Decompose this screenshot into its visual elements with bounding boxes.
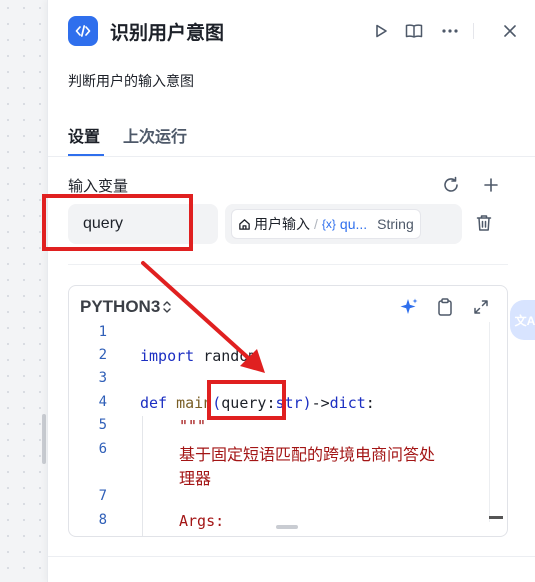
language-label: PYTHON3 [80,297,161,316]
delete-variable-button[interactable] [473,212,495,234]
tabs-divider [48,156,535,157]
clipboard-icon [438,298,452,316]
code-node-icon [68,16,98,46]
bottom-divider [48,556,535,557]
sparkle-icon [400,298,418,314]
header-divider [473,23,474,39]
tab-settings[interactable]: 设置 [68,123,100,147]
play-icon [376,24,387,38]
help-doc-button[interactable] [403,20,425,42]
line-number: 7 [98,488,107,504]
code-token: import [140,347,195,365]
close-button[interactable] [499,20,521,42]
vertical-scrollbar-track[interactable] [489,322,490,522]
line-number: 1 [98,324,107,340]
line-number: 6 [98,441,107,457]
add-variable-button[interactable] [480,174,502,196]
annotation-box-variable [42,194,193,251]
code-line[interactable]: 基于固定短语匹配的跨境电商问答处 [179,441,435,465]
variable-type-label: String [377,216,414,232]
line-number: 3 [98,370,107,386]
close-icon [504,25,516,37]
refresh-icon [444,176,458,192]
input-variables-title: 输入变量 [68,178,129,195]
plus-icon [484,178,498,192]
path-separator: / [314,216,318,232]
code-token: dict [329,394,366,412]
copy-code-button[interactable] [433,295,457,319]
code-token: ) [302,394,312,412]
code-line[interactable]: Args: [179,512,224,530]
expand-icon [474,300,488,314]
code-token: def [140,394,168,412]
chevron-up-down-icon [163,301,171,313]
line-number: 4 [98,394,107,410]
more-button[interactable] [439,20,461,42]
code-editor[interactable]: PYTHON3 1 2 3 4 5 6 7 8 import random de… [68,285,508,537]
editor-resize-handle[interactable] [276,525,298,529]
code-token: main [167,394,213,412]
tab-last-run[interactable]: 上次运行 [123,123,187,147]
code-line[interactable]: """ [179,417,206,435]
variable-reference-selector[interactable]: 用户输入 / {x} qu... String [225,204,462,244]
annotation-box-parameter [207,380,286,420]
translate-button[interactable]: 文A [510,300,535,340]
node-description[interactable]: 判断用户的输入意图 [68,71,194,91]
expand-editor-button[interactable] [469,295,493,319]
line-number: 8 [98,512,107,528]
code-token: -> [311,394,330,412]
code-token: : [365,394,375,412]
variable-icon: {x} [321,217,336,231]
variable-reference-chip[interactable]: 用户输入 / {x} qu... String [231,209,421,239]
code-line[interactable]: import random [140,347,257,365]
home-icon [239,218,250,230]
book-icon [405,24,423,38]
referenced-variable-label: qu... [339,216,368,232]
language-selector[interactable]: PYTHON3 [80,297,172,317]
refresh-variables-button[interactable] [440,174,462,196]
node-settings-panel: 识别用户意图 判断用户的输入意图 设置 上次运行 输入变量 用户输入 / {x}… [47,0,535,582]
source-node-label: 用户输入 [254,216,310,232]
indent-guide [142,416,143,536]
section-divider [68,264,508,265]
scrollbar-marker[interactable] [489,516,503,519]
trash-icon [476,215,492,231]
code-token: random [194,347,258,365]
more-icon [442,29,458,33]
line-number: 2 [98,347,107,363]
node-title[interactable]: 识别用户意图 [110,18,224,45]
code-line[interactable]: 理器 [179,465,211,489]
run-button[interactable] [370,20,392,42]
canvas-resize-handle[interactable] [42,414,46,464]
ai-generate-button[interactable] [397,295,421,319]
line-number: 5 [98,417,107,433]
